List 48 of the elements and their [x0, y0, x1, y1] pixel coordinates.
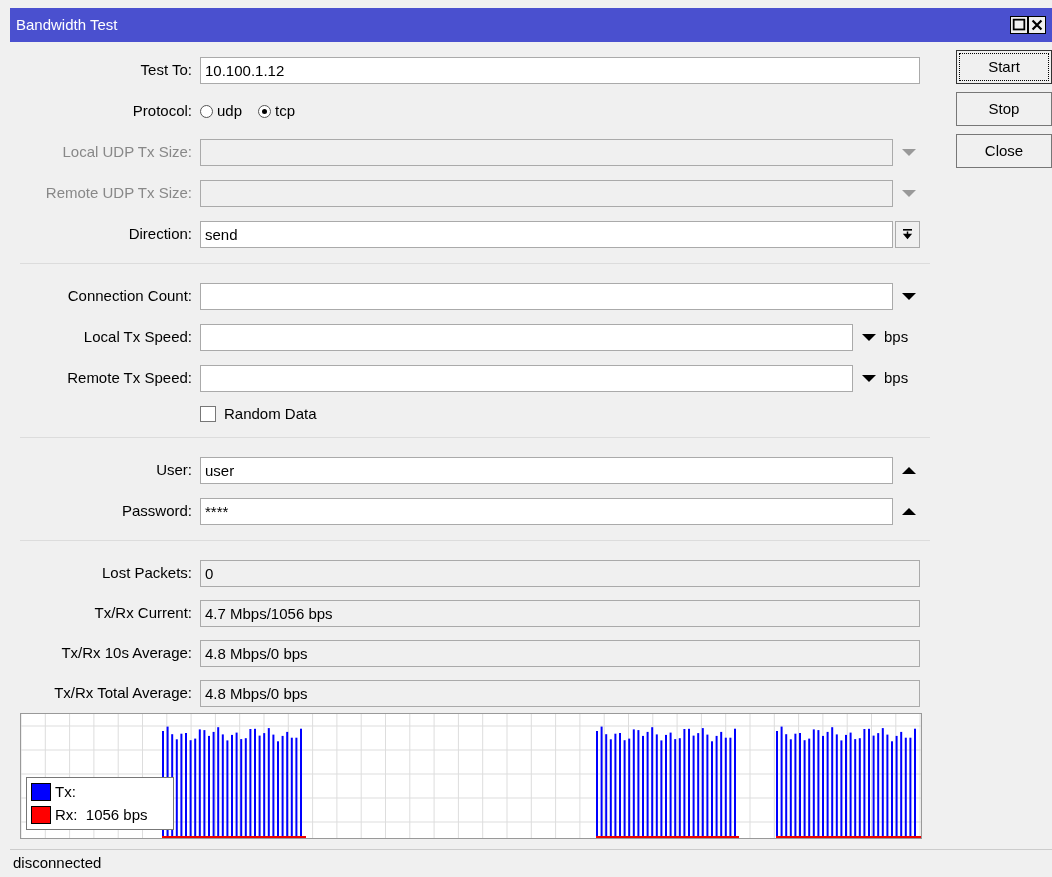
text-field[interactable]: 10.100.1.12 — [200, 57, 920, 84]
close-icon[interactable] — [1028, 16, 1046, 34]
field-label: Local Tx Speed: — [82, 327, 193, 348]
input-field[interactable]: send — [200, 221, 893, 248]
field-label: Lost Packets: — [100, 562, 193, 583]
field-label: Local UDP Tx Size: — [61, 142, 193, 163]
field-label: Tx/Rx Current: — [93, 602, 193, 623]
dropdown-button[interactable] — [895, 221, 920, 248]
readonly-field: 4.8 Mbps/0 bps — [200, 679, 920, 707]
field-label: Password: — [120, 501, 193, 522]
readonly-field: 4.8 Mbps/0 bps — [200, 639, 920, 667]
dialog-button[interactable]: Close — [956, 134, 1052, 168]
field-label: Protocol: — [131, 101, 193, 122]
field-label: Test To: — [139, 60, 193, 81]
window-title: Bandwidth Test — [16, 14, 118, 35]
input-field[interactable]: user — [200, 457, 893, 484]
readonly-field: 4.7 Mbps/1056 bps — [200, 599, 920, 627]
legend-label: Tx: — [55, 782, 76, 802]
radio-label[interactable]: tcp — [275, 100, 296, 123]
dialog-button[interactable]: Stop — [956, 92, 1052, 126]
field-label: Tx/Rx 10s Average: — [60, 642, 193, 663]
readonly-field: 0 — [200, 559, 920, 587]
menu-arrow-icon — [902, 229, 913, 240]
expand-arrow-icon[interactable] — [862, 334, 876, 341]
input-field[interactable] — [200, 324, 853, 351]
unit-label: bps — [884, 327, 909, 348]
collapse-arrow-icon[interactable] — [902, 467, 916, 474]
checkbox-label[interactable]: Random Data — [224, 402, 317, 426]
field-label: Tx/Rx Total Average: — [53, 682, 193, 703]
legend-label: Rx: 1056 bps — [55, 804, 148, 825]
field-label: Connection Count: — [66, 286, 193, 307]
expand-arrow-icon[interactable] — [902, 293, 916, 300]
unit-label: bps — [884, 368, 909, 389]
input-field[interactable] — [200, 283, 893, 310]
field-label: Remote Tx Speed: — [66, 368, 193, 389]
input-field[interactable] — [200, 365, 853, 392]
field-label: Remote UDP Tx Size: — [44, 183, 193, 204]
radio-label[interactable]: udp — [217, 100, 243, 123]
maximize-icon[interactable] — [1010, 16, 1028, 34]
dialog-button[interactable]: Start — [956, 50, 1052, 84]
field-label: User: — [155, 460, 193, 481]
input-field[interactable]: **** — [200, 498, 893, 525]
checkbox[interactable] — [200, 406, 216, 422]
radio-button[interactable] — [200, 105, 213, 118]
field-label: Direction: — [127, 224, 193, 245]
collapse-arrow-icon[interactable] — [902, 508, 916, 515]
radio-button[interactable] — [258, 105, 272, 118]
expand-arrow-icon[interactable] — [862, 375, 876, 382]
